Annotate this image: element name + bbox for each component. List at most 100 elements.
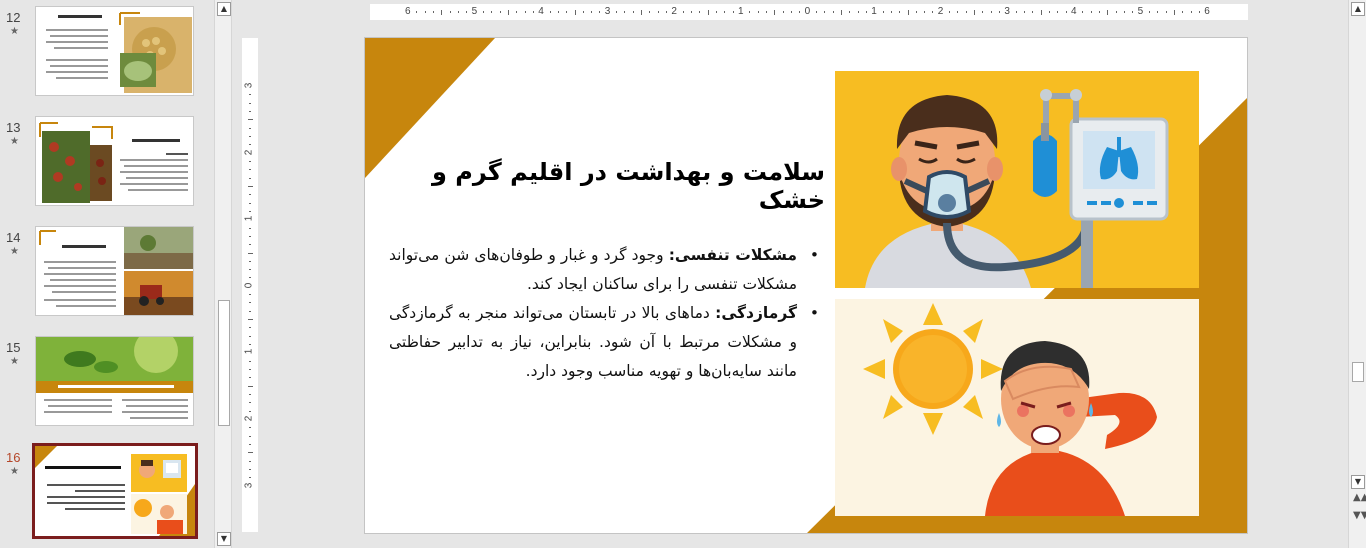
ruler-tick <box>1198 11 1200 13</box>
ruler-tick <box>249 177 251 179</box>
scroll-down-icon[interactable]: ▼ <box>217 532 231 546</box>
ruler-tick <box>1123 11 1125 13</box>
ruler-tick <box>657 11 659 13</box>
ruler-tick <box>249 468 251 470</box>
slide-scrollbar[interactable]: ▲ ▼ ▲▲ ▼▼ <box>1348 0 1366 548</box>
thumbnail-row-15[interactable]: 15 ★ <box>0 336 216 432</box>
slide-number: 12 <box>6 10 21 25</box>
ruler-tick <box>566 11 568 13</box>
ruler-tick <box>749 11 751 13</box>
ruler-label: 2 <box>937 6 944 17</box>
ruler-tick <box>974 10 976 15</box>
ruler-tick <box>1082 11 1084 13</box>
ruler-tick <box>249 435 251 437</box>
ruler-label: 3 <box>243 82 255 89</box>
ruler-tick <box>716 11 718 13</box>
ruler-label: 1 <box>871 6 877 17</box>
ruler-tick <box>890 11 892 13</box>
ruler-label: 3 <box>1004 6 1010 17</box>
horizontal-ruler[interactable]: 6 5 4 3 2 1 0 1 2 3 4 5 6 <box>370 4 1248 20</box>
bullet-heatstroke: • گرمازدگی: دماهای بالا در تابستان می‌تو… <box>389 299 821 386</box>
thumbnail-row-13[interactable]: 13 ★ <box>0 116 216 212</box>
thumbnail-12-preview <box>36 7 193 95</box>
ruler-tick <box>1040 10 1042 15</box>
slide-thumbnail-12[interactable] <box>35 6 194 96</box>
slide-title[interactable]: سلامت و بهداشت در اقلیم گرم و خشک <box>385 158 825 214</box>
scroll-up-icon[interactable]: ▲ <box>1351 2 1365 16</box>
ruler-tick <box>249 410 251 412</box>
ruler-tick <box>249 402 251 404</box>
ruler-tick <box>248 319 253 321</box>
ruler-tick <box>624 11 626 13</box>
ruler-label: 6 <box>405 6 411 17</box>
bullet-dot: • <box>809 304 819 322</box>
ruler-tick <box>790 11 792 13</box>
ruler-label: 2 <box>243 149 255 155</box>
ruler-tick <box>249 135 251 137</box>
thumbnail-scrollbar[interactable]: ▲ ▼ <box>214 0 232 548</box>
slide-body-text[interactable]: • مشکلات تنفسی: وجود گرد و غبار و طوفان‌… <box>389 241 821 386</box>
ruler-tick <box>649 11 651 13</box>
slide-thumbnail-15[interactable] <box>35 336 194 426</box>
ruler-tick <box>765 11 767 13</box>
ruler-label: 5 <box>1137 6 1144 17</box>
ruler-tick <box>1132 11 1134 13</box>
scrollbar-thumb[interactable] <box>1352 362 1364 382</box>
ruler-tick <box>516 11 518 13</box>
ruler-tick <box>724 11 726 13</box>
ruler-tick <box>249 327 251 329</box>
ruler-tick <box>249 127 251 129</box>
slide-number: 15 <box>6 340 21 355</box>
ruler-tick <box>907 10 909 15</box>
bullet-heading: گرمازدگی: <box>715 304 797 322</box>
ruler-tick <box>824 11 826 13</box>
ruler-tick <box>532 11 534 13</box>
ruler-label: 0 <box>804 6 811 17</box>
ruler-tick <box>832 11 834 13</box>
thumbnail-row-16[interactable]: 16 ★ <box>0 443 216 542</box>
previous-slide-icon[interactable]: ▲▲ <box>1353 493 1366 503</box>
slide-thumbnail-14[interactable] <box>35 226 194 316</box>
ruler-tick <box>524 11 526 13</box>
ruler-label: 0 <box>243 282 255 289</box>
ruler-tick <box>882 11 884 13</box>
ruler-tick <box>757 11 759 13</box>
ruler-tick <box>248 385 253 387</box>
ruler-tick <box>965 11 967 13</box>
ruler-tick <box>1190 11 1192 13</box>
ruler-label: 4 <box>1071 6 1077 17</box>
ruler-tick <box>1065 11 1067 13</box>
slide-thumbnail-13[interactable] <box>35 116 194 206</box>
thumbnail-row-12[interactable]: 12 ★ <box>0 6 216 102</box>
thumbnail-row-14[interactable]: 14 ★ <box>0 226 216 322</box>
ruler-tick <box>416 11 418 13</box>
ruler-tick <box>249 369 251 371</box>
vertical-ruler[interactable]: 3 2 1 0 1 2 3 <box>242 38 258 532</box>
ruler-tick <box>990 11 992 13</box>
slide-canvas[interactable]: سلامت و بهداشت در اقلیم گرم و خشک • مشکل… <box>364 37 1248 534</box>
ruler-tick <box>1024 11 1026 13</box>
scrollbar-thumb[interactable] <box>218 300 230 426</box>
ruler-tick <box>1173 10 1175 15</box>
slide-thumbnail-16[interactable] <box>32 443 198 539</box>
ruler-tick <box>249 335 251 337</box>
ruler-tick <box>699 11 701 13</box>
ruler-tick <box>815 11 817 13</box>
ruler-tick <box>591 11 593 13</box>
ruler-tick <box>849 11 851 13</box>
next-slide-icon[interactable]: ▼▼ <box>1353 511 1366 521</box>
ruler-tick <box>1032 11 1034 13</box>
scroll-down-icon[interactable]: ▼ <box>1351 475 1365 489</box>
ruler-tick <box>582 11 584 13</box>
scroll-up-icon[interactable]: ▲ <box>217 2 231 16</box>
ruler-tick <box>441 10 443 15</box>
animation-star-icon: ★ <box>10 466 19 477</box>
ruler-tick <box>1098 11 1100 13</box>
ruler-tick <box>491 11 493 13</box>
ruler-tick <box>857 11 859 13</box>
ruler-tick <box>249 443 251 445</box>
slide-thumbnail-pane: 12 ★ 13 ★ 14 ★ 15 ★ 16 ★ <box>0 0 216 548</box>
animation-star-icon: ★ <box>10 26 19 37</box>
ruler-tick <box>424 11 426 13</box>
slide-editing-area: 6543210123456 3210123 سلامت و بهداشت در … <box>234 0 1344 548</box>
